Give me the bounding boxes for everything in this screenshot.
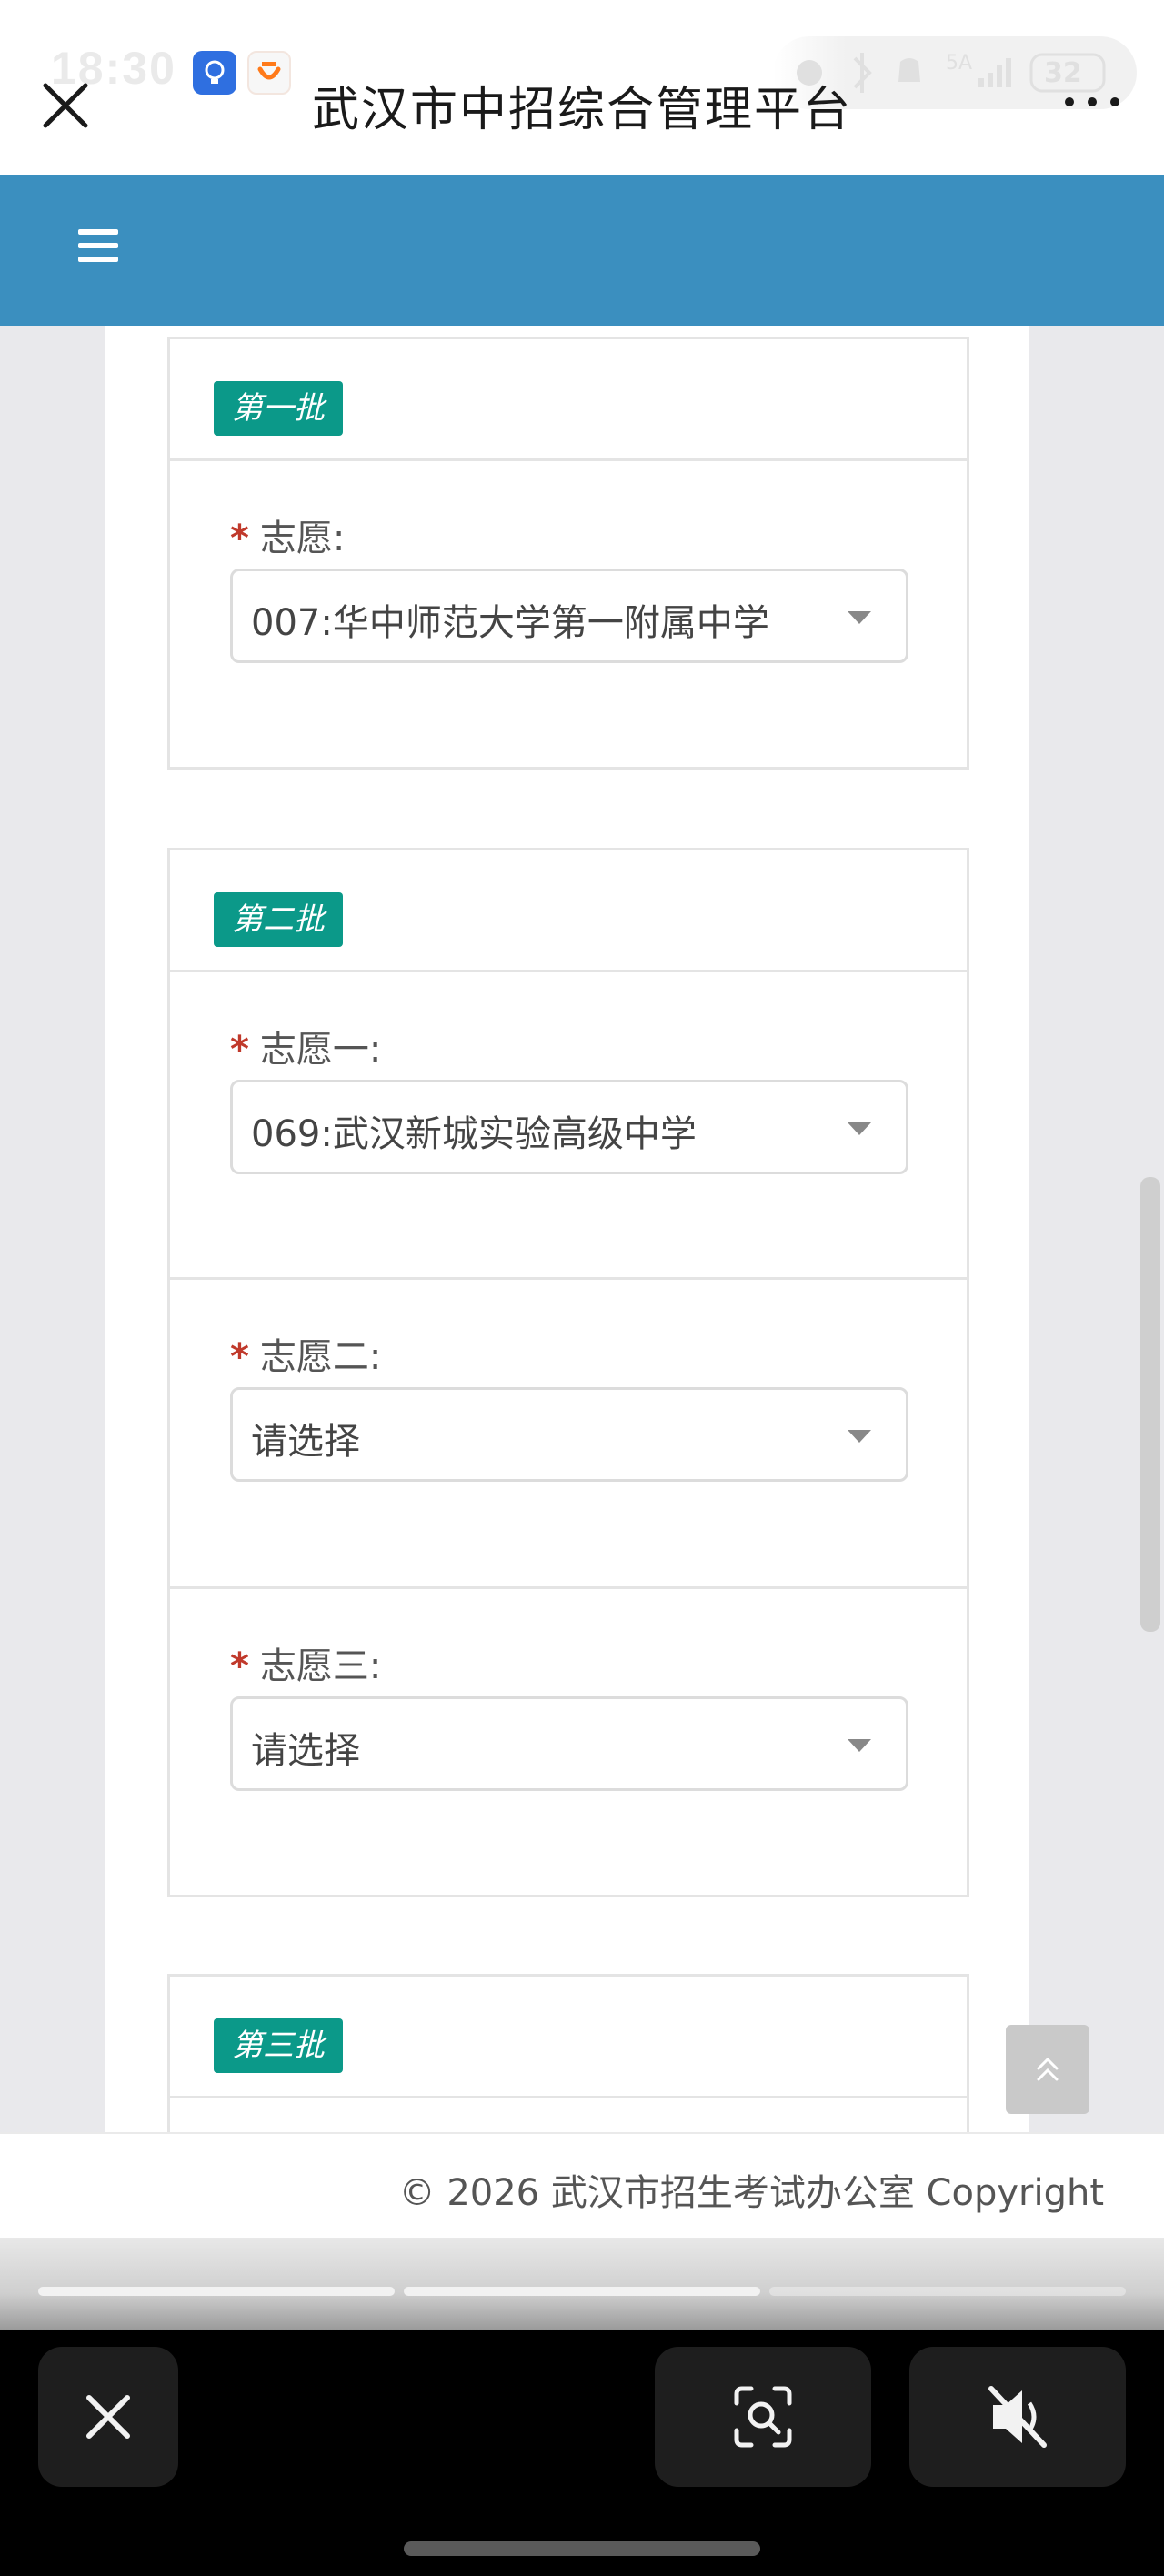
copyright-text: © 2026 武汉市招生考试办公室 Copyright <box>398 2172 1104 2214</box>
batch-card-3: 第三批 <box>167 1974 969 2132</box>
close-button[interactable] <box>33 73 98 138</box>
hamburger-icon[interactable] <box>78 229 118 266</box>
required-mark: * <box>230 518 249 559</box>
double-chevron-up-icon <box>1037 2057 1059 2081</box>
scroll-to-top-button[interactable] <box>1006 2025 1089 2114</box>
batch-badge: 第一批 <box>214 381 343 436</box>
caret-down-icon <box>848 1122 871 1135</box>
bulb-app-icon <box>193 51 236 95</box>
batch-card-2: 第二批 * 志愿一: 069:武汉新城实验高级中学 * 志愿二: 请选择 * 志愿三:… <box>167 848 969 1897</box>
close-icon <box>43 83 88 128</box>
nav-bar <box>0 175 1164 326</box>
preference-select-3[interactable]: 请选择 <box>230 1696 908 1791</box>
preference-select[interactable]: 007:华中师范大学第一附属中学 <box>230 569 908 663</box>
page-footer: © 2026 武汉市招生考试办公室 Copyright <box>0 2132 1164 2238</box>
more-icon <box>1065 97 1119 106</box>
field-label: * 志愿二: <box>230 1327 381 1380</box>
browser-top-bar: 18:30 5A 32 武汉市中招综合管理平台 <box>0 0 1164 175</box>
field-label-text: 志愿三: <box>259 1645 382 1687</box>
caret-down-icon <box>848 1739 871 1752</box>
select-value: 069:武汉新城实验高级中学 <box>251 1113 697 1155</box>
tab-indicator-1[interactable] <box>38 2287 395 2296</box>
network-label: 5A <box>946 52 972 75</box>
close-icon <box>86 2395 130 2439</box>
mute-icon <box>988 2386 1047 2448</box>
required-mark: * <box>230 1029 249 1071</box>
required-mark: * <box>230 1645 249 1687</box>
select-value: 007:华中师范大学第一附属中学 <box>251 602 769 644</box>
form-area: 第一批 * 志愿: 007:华中师范大学第一附属中学 第二批 * 志愿一: 069:… <box>105 326 1029 2132</box>
field-label-text: 志愿: <box>259 518 346 559</box>
screenshot-icon <box>734 2386 792 2448</box>
screenshot-search-button[interactable] <box>655 2347 871 2487</box>
preference-field-1: * 志愿一: 069:武汉新城实验高级中学 <box>170 972 967 1280</box>
batch-header: 第二批 <box>170 850 967 972</box>
field-label: * 志愿一: <box>230 1020 381 1072</box>
mute-button[interactable] <box>909 2347 1126 2487</box>
field-label: * 志愿: <box>230 508 345 561</box>
preference-select-2[interactable]: 请选择 <box>230 1387 908 1482</box>
bottom-control-panel <box>0 2330 1164 2576</box>
field-label-text: 志愿二: <box>259 1336 382 1378</box>
preference-field-3: * 志愿三: 请选择 <box>170 1589 967 1895</box>
batch-header: 第三批 <box>170 1977 967 2098</box>
batch-badge: 第三批 <box>214 2018 343 2073</box>
scrollbar-thumb[interactable] <box>1140 1177 1160 1632</box>
field-label-text: 志愿一: <box>259 1029 382 1071</box>
batch-card-1: 第一批 * 志愿: 007:华中师范大学第一附属中学 <box>167 337 969 770</box>
select-value: 请选择 <box>251 1730 360 1772</box>
dismiss-button[interactable] <box>38 2347 178 2487</box>
batch-header: 第一批 <box>170 339 967 461</box>
more-button[interactable] <box>1059 84 1126 120</box>
home-indicator[interactable] <box>404 2541 760 2556</box>
caret-down-icon <box>848 611 871 624</box>
caret-down-icon <box>848 1430 871 1443</box>
preference-field: * 志愿: 007:华中师范大学第一附属中学 <box>170 461 967 767</box>
required-mark: * <box>230 1336 249 1378</box>
field-label: * 志愿三: <box>230 1636 381 1689</box>
select-value: 请选择 <box>251 1421 360 1463</box>
tab-indicator-3[interactable] <box>769 2287 1126 2296</box>
preference-field-2: * 志愿二: 请选择 <box>170 1280 967 1589</box>
page-title: 武汉市中招综合管理平台 <box>311 83 852 137</box>
preference-select-1[interactable]: 069:武汉新城实验高级中学 <box>230 1080 908 1174</box>
batch-badge: 第二批 <box>214 892 343 947</box>
tab-indicator-2[interactable] <box>404 2287 760 2296</box>
recent-tabs-strip <box>0 2238 1164 2330</box>
